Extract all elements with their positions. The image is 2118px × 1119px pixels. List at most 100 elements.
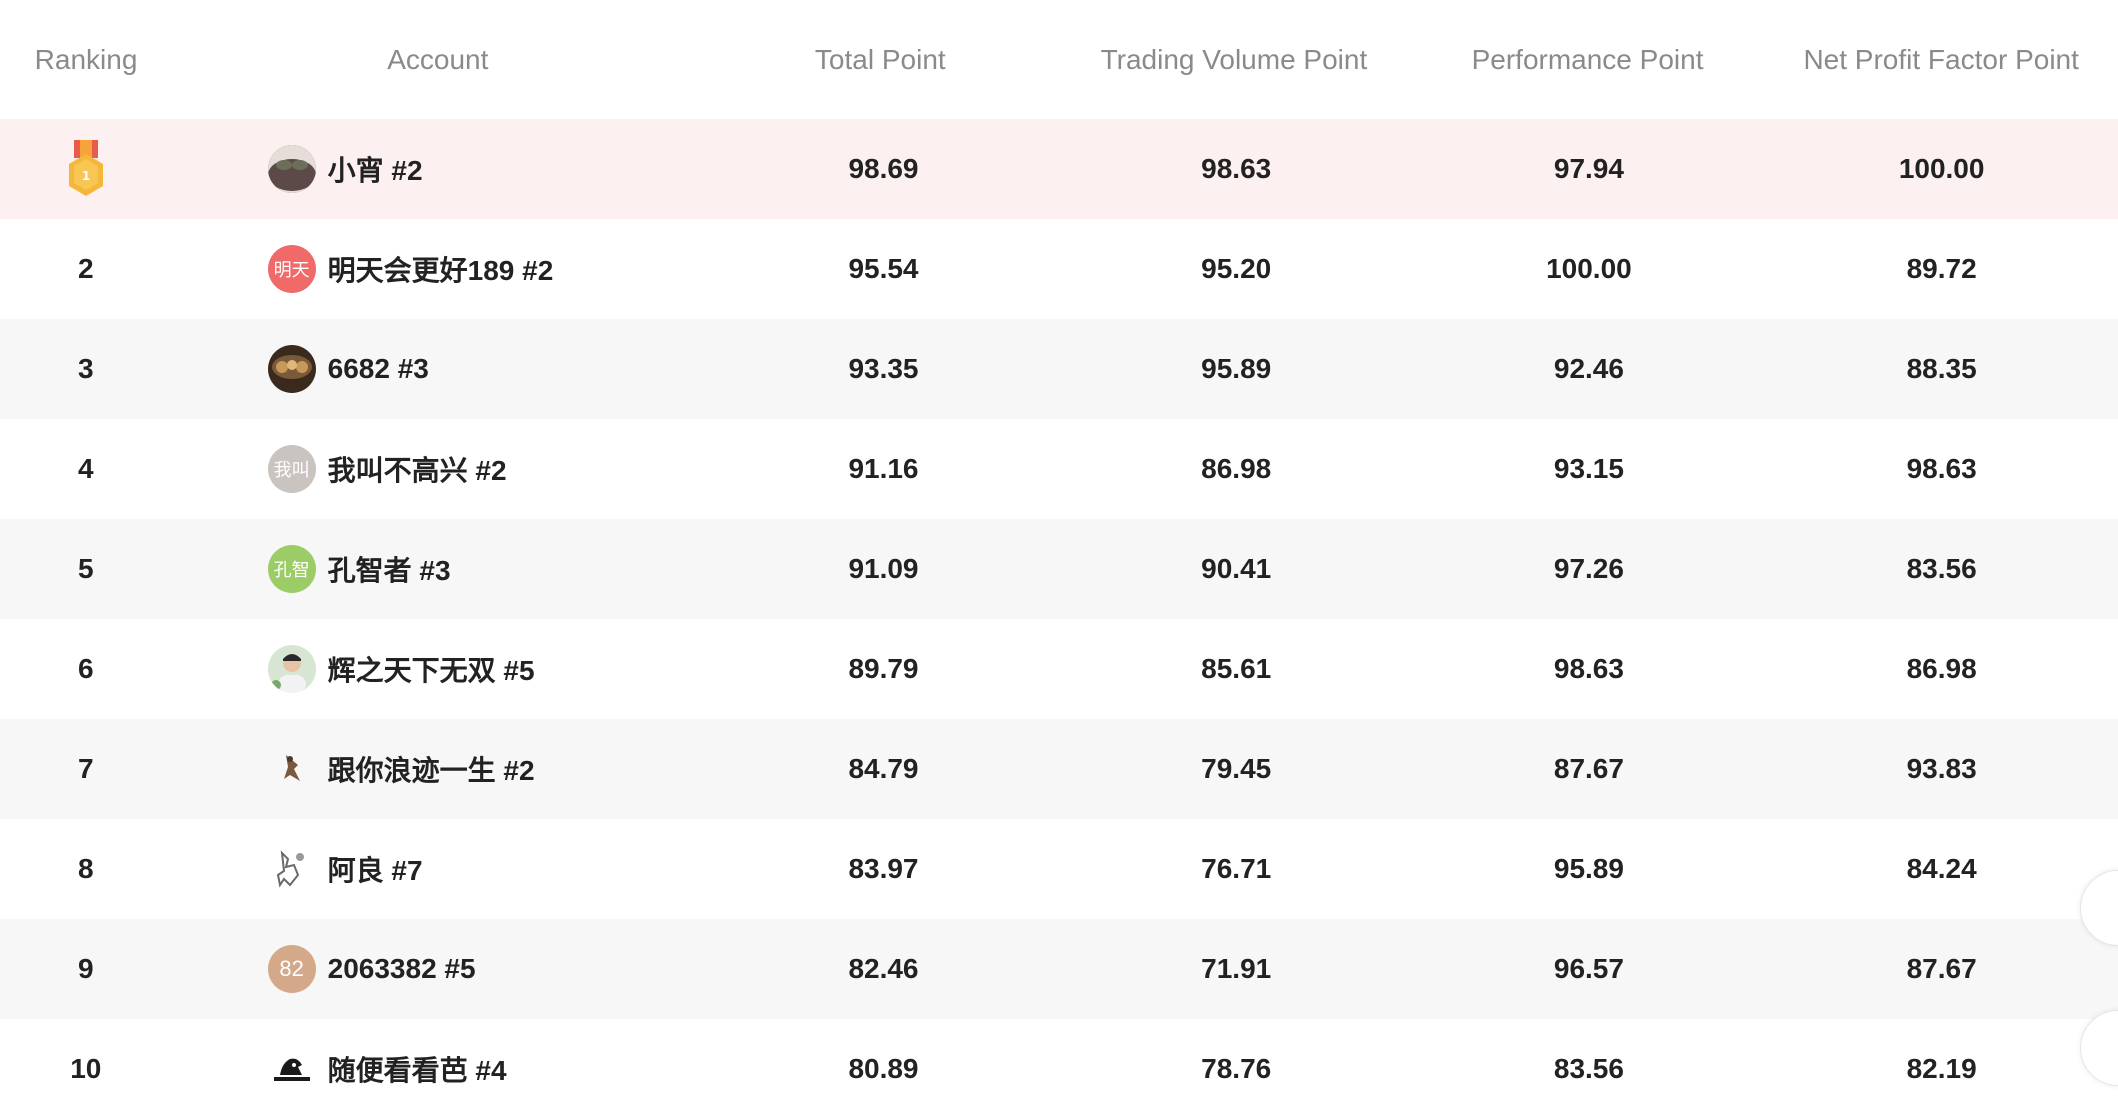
trading-volume-point: 85.61 bbox=[1201, 653, 1272, 684]
performance-point: 98.63 bbox=[1553, 653, 1624, 684]
account-cell[interactable]: 阿良 #7 bbox=[172, 819, 707, 919]
gold-medal-icon: 1 bbox=[66, 140, 106, 198]
header-performance-point[interactable]: Performance Point bbox=[1411, 0, 1765, 119]
rank-number: 3 bbox=[78, 353, 94, 384]
table-row[interactable]: 3 6682 #3 93.35 95.89 92.46 88.35 bbox=[0, 319, 2118, 419]
rank-cell: 4 bbox=[0, 419, 172, 519]
table-row[interactable]: 7 跟你浪迹一生 #2 84.79 79.45 87.67 93.83 bbox=[0, 719, 2118, 819]
performance-point: 92.46 bbox=[1553, 353, 1624, 384]
total-point: 91.09 bbox=[848, 553, 919, 584]
account-name: 辉之天下无双 #5 bbox=[327, 655, 535, 686]
table-row[interactable]: 2 明天 明天会更好189 #2 95.54 95.20 100.00 89.7… bbox=[0, 219, 2118, 319]
rank-number: 8 bbox=[78, 853, 94, 884]
net-profit-factor-point: 86.98 bbox=[1906, 653, 1977, 684]
rank-number: 7 bbox=[78, 753, 94, 784]
account-name: 2063382 #5 bbox=[327, 953, 476, 984]
table-header: Ranking Account Total Point Trading Volu… bbox=[0, 0, 2118, 119]
ranking-table: Ranking Account Total Point Trading Volu… bbox=[0, 0, 2118, 1119]
account-cell[interactable]: 82 2063382 #5 bbox=[172, 919, 707, 1019]
trading-volume-point: 95.89 bbox=[1201, 353, 1272, 384]
net-profit-factor-point: 88.35 bbox=[1906, 353, 1977, 384]
rank-number: 9 bbox=[78, 953, 94, 984]
net-profit-factor-point: 83.56 bbox=[1906, 553, 1977, 584]
rank-number: 5 bbox=[78, 553, 94, 584]
account-cell[interactable]: 小宵 #2 bbox=[172, 119, 707, 219]
avatar bbox=[267, 145, 316, 193]
header-account[interactable]: Account bbox=[172, 0, 703, 119]
header-trading-volume-point[interactable]: Trading Volume Point bbox=[1057, 0, 1411, 119]
account-cell[interactable]: 我叫 我叫不高兴 #2 bbox=[172, 419, 707, 519]
table-row[interactable]: 5 孔智 孔智者 #3 91.09 90.41 97.26 83.56 bbox=[0, 519, 2118, 619]
rank-cell: 1 bbox=[0, 119, 172, 219]
total-point: 84.79 bbox=[848, 753, 919, 784]
account-name: 6682 #3 bbox=[327, 353, 429, 384]
rank-cell: 3 bbox=[0, 319, 172, 419]
rank-number: 10 bbox=[70, 1053, 102, 1084]
account-cell[interactable]: 明天 明天会更好189 #2 bbox=[172, 219, 707, 319]
header-total-point[interactable]: Total Point bbox=[703, 0, 1057, 119]
performance-point: 95.89 bbox=[1553, 853, 1624, 884]
account-name: 我叫不高兴 #2 bbox=[327, 455, 507, 486]
avatar bbox=[267, 845, 316, 893]
account-cell[interactable]: 跟你浪迹一生 #2 bbox=[172, 719, 707, 819]
rank-cell: 10 bbox=[0, 1019, 172, 1119]
trading-volume-point: 98.63 bbox=[1201, 153, 1272, 184]
avatar bbox=[267, 745, 316, 793]
performance-point: 83.56 bbox=[1553, 1053, 1624, 1084]
account-name: 小宵 #2 bbox=[327, 155, 423, 186]
total-point: 98.69 bbox=[848, 153, 919, 184]
net-profit-factor-point: 100.00 bbox=[1898, 153, 1985, 184]
total-point: 89.79 bbox=[848, 653, 919, 684]
net-profit-factor-point: 98.63 bbox=[1906, 453, 1977, 484]
table-row[interactable]: 4 我叫 我叫不高兴 #2 91.16 86.98 93.15 98.63 bbox=[0, 419, 2118, 519]
performance-point: 93.15 bbox=[1553, 453, 1624, 484]
account-cell[interactable]: 辉之天下无双 #5 bbox=[172, 619, 707, 719]
net-profit-factor-point: 89.72 bbox=[1906, 253, 1977, 284]
net-profit-factor-point: 82.19 bbox=[1906, 1053, 1977, 1084]
rank-number: 2 bbox=[78, 253, 94, 284]
account-cell[interactable]: 孔智 孔智者 #3 bbox=[172, 519, 707, 619]
table-row[interactable]: 8 阿良 #7 83.97 76.71 95.89 84.24 bbox=[0, 819, 2118, 919]
trading-volume-point: 78.76 bbox=[1201, 1053, 1272, 1084]
performance-point: 87.67 bbox=[1553, 753, 1624, 784]
header-ranking[interactable]: Ranking bbox=[0, 0, 172, 119]
trading-volume-point: 95.20 bbox=[1201, 253, 1272, 284]
trading-volume-point: 90.41 bbox=[1201, 553, 1272, 584]
rank-number: 4 bbox=[78, 453, 94, 484]
total-point: 91.16 bbox=[848, 453, 919, 484]
account-name: 明天会更好189 #2 bbox=[327, 255, 554, 286]
account-name: 阿良 #7 bbox=[327, 855, 423, 886]
trading-volume-point: 79.45 bbox=[1201, 753, 1272, 784]
avatar bbox=[267, 345, 316, 393]
total-point: 83.97 bbox=[848, 853, 919, 884]
net-profit-factor-point: 84.24 bbox=[1906, 853, 1977, 884]
trading-volume-point: 71.91 bbox=[1201, 953, 1272, 984]
avatar: 82 bbox=[267, 945, 316, 993]
rank-cell: 9 bbox=[0, 919, 172, 1019]
trading-volume-point: 76.71 bbox=[1201, 853, 1272, 884]
table-row[interactable]: 6 辉之天下无双 #5 89.79 85.61 98.63 86.98 bbox=[0, 619, 2118, 719]
rank-cell: 7 bbox=[0, 719, 172, 819]
net-profit-factor-point: 93.83 bbox=[1906, 753, 1977, 784]
account-cell[interactable]: 随便看看芭 #4 bbox=[172, 1019, 707, 1119]
account-name: 随便看看芭 #4 bbox=[327, 1055, 507, 1086]
avatar: 我叫 bbox=[267, 445, 316, 493]
account-cell[interactable]: 6682 #3 bbox=[172, 319, 707, 419]
net-profit-factor-point: 87.67 bbox=[1906, 953, 1977, 984]
performance-point: 100.00 bbox=[1546, 253, 1632, 284]
table-row[interactable]: 9 82 2063382 #5 82.46 71.91 96.57 87.67 bbox=[0, 919, 2118, 1019]
table-row[interactable]: 10 随便看看芭 #4 80.89 78.76 83.56 82.19 bbox=[0, 1019, 2118, 1119]
performance-point: 96.57 bbox=[1553, 953, 1624, 984]
rank-cell: 6 bbox=[0, 619, 172, 719]
total-point: 80.89 bbox=[848, 1053, 919, 1084]
avatar: 孔智 bbox=[267, 545, 316, 593]
table-row[interactable]: 1 小宵 #2 98.69 98.63 97.94 100.00 bbox=[0, 119, 2118, 219]
header-net-profit-factor-point[interactable]: Net Profit Factor Point bbox=[1764, 0, 2118, 119]
total-point: 95.54 bbox=[848, 253, 919, 284]
rank-number: 6 bbox=[78, 653, 94, 684]
performance-point: 97.94 bbox=[1553, 153, 1624, 184]
total-point: 93.35 bbox=[848, 353, 919, 384]
rank-cell: 2 bbox=[0, 219, 172, 319]
rank-cell: 8 bbox=[0, 819, 172, 919]
total-point: 82.46 bbox=[848, 953, 919, 984]
